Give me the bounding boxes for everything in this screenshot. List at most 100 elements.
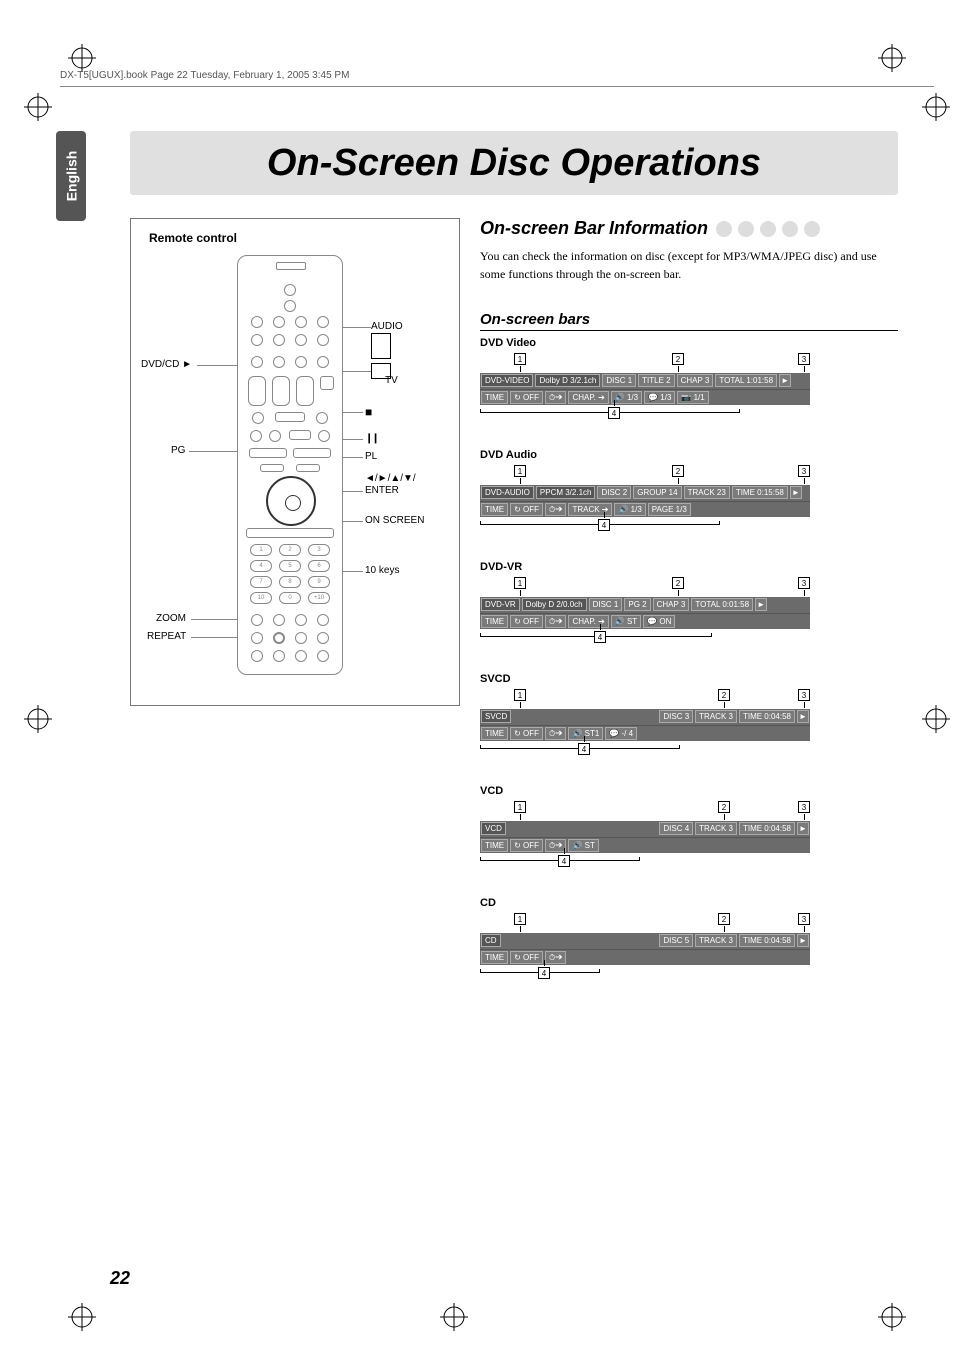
section-dots	[716, 221, 820, 237]
section-intro: You can check the information on disc (e…	[480, 247, 898, 283]
bar-cell: ⏱➔	[545, 391, 566, 404]
language-label: English	[63, 151, 79, 202]
bar-cell: 🔊 ST1	[568, 727, 603, 740]
crop-mark-icon	[24, 705, 52, 733]
label-pause: ❙❙	[365, 433, 378, 444]
audio-icon	[371, 333, 391, 359]
bar-cell: Dolby D 3/2.1ch	[535, 374, 600, 387]
bar-cell: PG 2	[624, 598, 650, 611]
bar-cell: VCD	[481, 822, 506, 835]
page-number: 22	[110, 1268, 130, 1289]
bar-block: DVD Video123DVD-VIDEODolby D 3/2.1chDISC…	[480, 337, 898, 427]
bar-cell: ↻ OFF	[510, 391, 543, 404]
bar-cell: ►	[779, 374, 791, 387]
page-title: On-Screen Disc Operations	[267, 142, 761, 185]
subsection-title: On-screen bars	[480, 311, 898, 331]
bar-cell: TIME 0:04:58	[739, 934, 795, 947]
label-pl: PL	[365, 451, 377, 462]
bar-cell: 💬 ON	[643, 615, 675, 628]
bar-cell: TIME 0:15:58	[732, 486, 788, 499]
bar-cell: DVD-VIDEO	[481, 374, 533, 387]
bar-cell: ⏱➔	[545, 503, 566, 516]
bar-block: SVCD123SVCDDISC 3TRACK 3TIME 0:04:58►TIM…	[480, 673, 898, 763]
bar-name: CD	[480, 897, 898, 909]
bar-cell: DISC 2	[597, 486, 631, 499]
bar-cell: ↻ OFF	[510, 951, 543, 964]
bar-cell: TRACK 3	[695, 822, 737, 835]
crop-mark-icon	[24, 93, 52, 121]
bar-name: DVD Audio	[480, 449, 898, 461]
bar-cell: CHAP. ➔	[568, 615, 608, 628]
label-pg: PG	[171, 445, 185, 456]
section-title: On-screen Bar Information	[480, 218, 708, 239]
bar-cell: TIME	[481, 951, 508, 964]
bar-cell: TRACK 23	[684, 486, 730, 499]
bar-block: DVD Audio123DVD-AUDIOPPCM 3/2.1chDISC 2G…	[480, 449, 898, 539]
bar-cell: DISC 4	[659, 822, 693, 835]
language-tab: English	[56, 131, 86, 221]
label-zoom: ZOOM	[156, 613, 186, 624]
label-dvdcd: DVD/CD ►	[141, 359, 192, 370]
bar-cell: TRACK 3	[695, 710, 737, 723]
bar-cell: DISC 1	[589, 598, 623, 611]
bar-cell: ⏱➔	[545, 615, 566, 628]
bar-block: VCD123VCDDISC 4TRACK 3TIME 0:04:58►TIME↻…	[480, 785, 898, 875]
crop-mark-icon	[878, 44, 906, 72]
bar-cell: ⏱➔	[545, 951, 566, 964]
bar-cell: DVD-AUDIO	[481, 486, 534, 499]
bar-cell: TIME	[481, 727, 508, 740]
label-enter: ENTER	[365, 485, 399, 496]
bar-cell: CD	[481, 934, 501, 947]
bar-cell: ↻ OFF	[510, 727, 543, 740]
bar-name: SVCD	[480, 673, 898, 685]
bar-cell: ↻ OFF	[510, 615, 543, 628]
section-heading: On-screen Bar Information	[480, 218, 898, 239]
bar-cell: TIME	[481, 391, 508, 404]
page-title-bar: On-Screen Disc Operations	[130, 131, 898, 195]
crop-mark-icon	[878, 1303, 906, 1331]
bar-cell: 🔊 1/3	[611, 391, 642, 404]
crop-mark-icon	[68, 44, 96, 72]
bar-cell: 💬 1/3	[644, 391, 675, 404]
bar-cell: 📷 1/1	[677, 391, 708, 404]
tv-icon	[371, 363, 391, 379]
bar-cell: DISC 5	[659, 934, 693, 947]
bar-cell: 🔊 ST	[611, 615, 641, 628]
bar-cell: 💬 -/ 4	[605, 727, 637, 740]
bar-cell: ↻ OFF	[510, 839, 543, 852]
bar-cell: TOTAL 1:01:58	[715, 374, 777, 387]
bar-cell: TITLE 2	[638, 374, 674, 387]
remote-title: Remote control	[141, 231, 449, 245]
label-repeat: REPEAT	[147, 631, 186, 642]
bar-cell: ↻ OFF	[510, 503, 543, 516]
bar-cell: GROUP 14	[633, 486, 681, 499]
bar-cell: TOTAL 0:01:58	[691, 598, 753, 611]
bar-name: DVD-VR	[480, 561, 898, 573]
bar-cell: ►	[797, 822, 809, 835]
bar-cell: Dolby D 2/0.0ch	[522, 598, 587, 611]
label-stop: ■	[365, 405, 372, 419]
bar-cell: TIME 0:04:58	[739, 710, 795, 723]
label-tenkeys: 10 keys	[365, 565, 399, 576]
bar-name: VCD	[480, 785, 898, 797]
crop-mark-icon	[922, 705, 950, 733]
bar-cell: SVCD	[481, 710, 511, 723]
bar-cell: CHAP 3	[677, 374, 714, 387]
bar-cell: CHAP. ➔	[568, 391, 608, 404]
label-audio: AUDIO	[371, 321, 403, 332]
bar-cell: TIME	[481, 615, 508, 628]
bar-cell: ►	[790, 486, 802, 499]
crop-mark-icon	[440, 1303, 468, 1331]
bar-cell: TRACK 3	[695, 934, 737, 947]
bar-block: CD123CDDISC 5TRACK 3TIME 0:04:58►TIME↻ O…	[480, 897, 898, 987]
label-arrows: ◄/►/▲/▼/	[365, 473, 416, 484]
bar-cell: TIME 0:04:58	[739, 822, 795, 835]
bar-cell: DISC 3	[659, 710, 693, 723]
bar-cell: TIME	[481, 839, 508, 852]
bar-cell: ►	[797, 934, 809, 947]
bar-cell: CHAP 3	[653, 598, 690, 611]
crop-mark-icon	[922, 93, 950, 121]
bar-block: DVD-VR123DVD-VRDolby D 2/0.0chDISC 1PG 2…	[480, 561, 898, 651]
bar-cell: 🔊 ST	[568, 839, 598, 852]
bar-cell: ⏱➔	[545, 727, 566, 740]
